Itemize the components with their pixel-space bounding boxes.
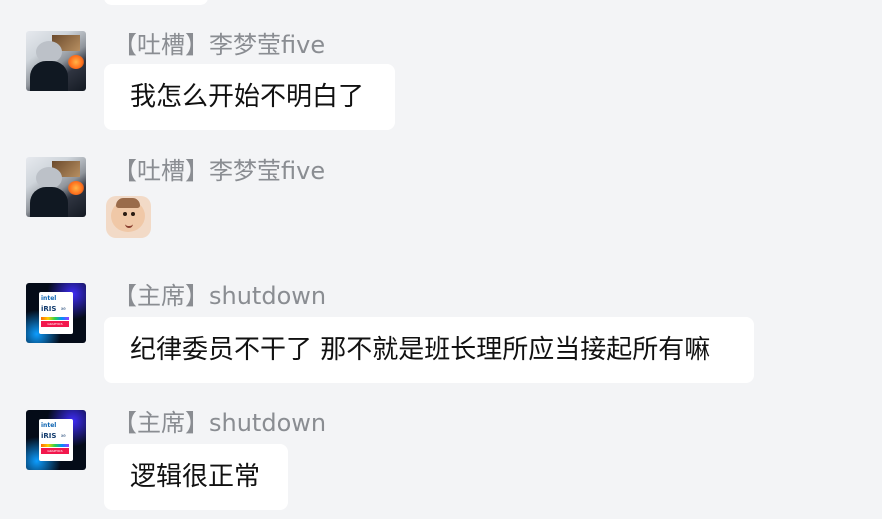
xe-logo-text: xe xyxy=(61,433,66,438)
sticker-eye xyxy=(131,212,135,216)
user-avatar[interactable]: intel iRIS xe GRAPHICS xyxy=(26,410,86,470)
graphics-logo-text: GRAPHICS xyxy=(41,448,69,454)
xe-logo-text: xe xyxy=(61,306,66,311)
sticker-hair xyxy=(116,198,140,208)
iris-logo-text: iRIS xyxy=(41,305,57,313)
sender-name: 【吐槽】李梦莹five xyxy=(113,31,326,59)
fire-light xyxy=(68,181,84,195)
message-bubble[interactable]: 纪律委员不干了 那不就是班长理所应当接起所有嘛 xyxy=(104,317,754,383)
previous-message-bubble xyxy=(104,0,208,5)
fire-light xyxy=(68,55,84,69)
intel-logo-text: intel xyxy=(41,422,57,429)
person-body xyxy=(30,187,68,217)
sender-name: 【吐槽】李梦莹five xyxy=(113,157,326,185)
user-avatar[interactable]: intel iRIS xe GRAPHICS xyxy=(26,283,86,343)
person-head xyxy=(36,167,62,189)
message-bubble[interactable]: 我怎么开始不明白了 xyxy=(104,64,395,130)
intel-logo-text: intel xyxy=(41,295,57,302)
color-strip xyxy=(41,317,69,320)
person-head xyxy=(36,41,62,63)
sticker-eye xyxy=(123,212,127,216)
message-bubble[interactable]: 逻辑很正常 xyxy=(104,444,288,510)
color-strip xyxy=(41,444,69,447)
sender-name: 【主席】shutdown xyxy=(113,282,327,310)
user-avatar[interactable] xyxy=(26,157,86,217)
user-avatar[interactable] xyxy=(26,31,86,91)
iris-logo-text: iRIS xyxy=(41,432,57,440)
person-body xyxy=(30,61,68,91)
baby-face-sticker-icon[interactable] xyxy=(106,196,151,238)
sender-name: 【主席】shutdown xyxy=(113,409,327,437)
graphics-logo-text: GRAPHICS xyxy=(41,321,69,327)
